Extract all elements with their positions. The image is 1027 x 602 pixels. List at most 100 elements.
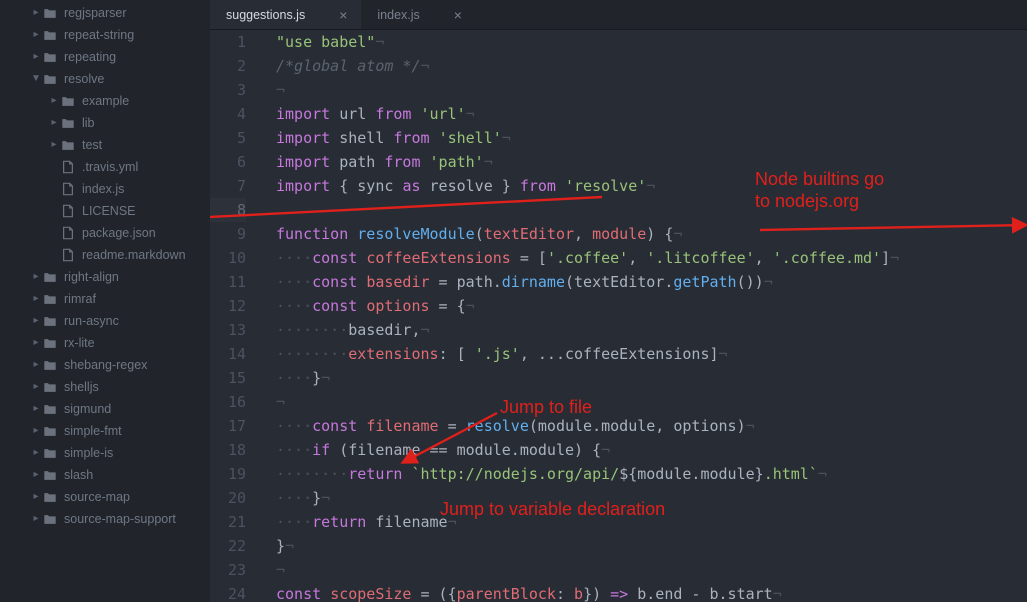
tree-folder-shelljs[interactable]: ▸ shelljs [0, 376, 210, 398]
disclosure-triangle[interactable]: ▸ [30, 266, 42, 288]
line-number[interactable]: 24 [210, 582, 246, 602]
tree-folder-slash[interactable]: ▸ slash [0, 464, 210, 486]
tree-folder-rimraf[interactable]: ▸rimraf [0, 288, 210, 310]
line-number[interactable]: 2 [210, 54, 246, 78]
code-line[interactable]: import url from 'url'¬ [276, 102, 1027, 126]
line-number[interactable]: 15 [210, 366, 246, 390]
tree-folder-regjsparser[interactable]: ▸regjsparser [0, 2, 210, 24]
code-line[interactable]: ····return filename¬ [276, 510, 1027, 534]
disclosure-triangle[interactable]: ▸ [30, 354, 42, 376]
disclosure-triangle[interactable]: ▸ [30, 508, 42, 530]
tree-item-label: slash [64, 464, 93, 486]
tree-folder-sigmund[interactable]: ▸sigmund [0, 398, 210, 420]
disclosure-triangle[interactable]: ▸ [48, 112, 60, 134]
line-number[interactable]: 10 [210, 246, 246, 270]
line-number[interactable]: 20 [210, 486, 246, 510]
code-line[interactable]: ¬ [276, 390, 1027, 414]
tab-suggestions-js[interactable]: suggestions.js× [210, 0, 361, 29]
code-line[interactable]: /*global atom */¬ [276, 54, 1027, 78]
tree-file-index-js[interactable]: index.js [0, 178, 210, 200]
line-number[interactable]: 14 [210, 342, 246, 366]
code-line[interactable]: ¬ [276, 558, 1027, 582]
disclosure-triangle[interactable]: ▸ [48, 90, 60, 112]
line-number[interactable]: 6 [210, 150, 246, 174]
disclosure-triangle[interactable]: ▸ [48, 134, 60, 156]
tree-file-readme-markdown[interactable]: readme.markdown [0, 244, 210, 266]
disclosure-triangle[interactable]: ▸ [30, 24, 42, 46]
tree-folder-source-map[interactable]: ▸source-map [0, 486, 210, 508]
line-number[interactable]: 22 [210, 534, 246, 558]
line-number[interactable]: 13 [210, 318, 246, 342]
disclosure-triangle[interactable]: ▸ [30, 332, 42, 354]
code-line[interactable]: ········return `http://nodejs.org/api/${… [276, 462, 1027, 486]
tree-folder-rx-lite[interactable]: ▸rx-lite [0, 332, 210, 354]
line-number[interactable]: 11 [210, 270, 246, 294]
disclosure-triangle[interactable]: ▸ [30, 486, 42, 508]
line-number[interactable]: 9 [210, 222, 246, 246]
line-number[interactable]: 3 [210, 78, 246, 102]
tree-folder-source-map-support[interactable]: ▸source-map-support [0, 508, 210, 530]
line-number[interactable]: 7 [210, 174, 246, 198]
tree-item-label: shelljs [64, 376, 99, 398]
code-line[interactable]: import { sync as resolve } from 'resolve… [276, 174, 1027, 198]
line-number[interactable]: 17 [210, 414, 246, 438]
disclosure-triangle[interactable]: ▸ [30, 310, 42, 332]
line-number[interactable]: 8 [210, 198, 246, 222]
code-line[interactable]: ····if (filename == module.module) {¬ [276, 438, 1027, 462]
tree-item-label: readme.markdown [82, 244, 186, 266]
disclosure-triangle[interactable]: ▸ [30, 464, 42, 486]
tree-folder-shebang-regex[interactable]: ▸shebang-regex [0, 354, 210, 376]
disclosure-triangle[interactable]: ▸ [30, 398, 42, 420]
tree-file--travis-yml[interactable]: .travis.yml [0, 156, 210, 178]
code-line[interactable]: ····const options = {¬ [276, 294, 1027, 318]
code-line[interactable]: ····const coffeeExtensions = ['.coffee',… [276, 246, 1027, 270]
line-number[interactable]: 19 [210, 462, 246, 486]
code-line[interactable]: ····}¬ [276, 486, 1027, 510]
line-number[interactable]: 21 [210, 510, 246, 534]
line-number[interactable]: 1 [210, 30, 246, 54]
tree-folder-simple-is[interactable]: ▸simple-is [0, 442, 210, 464]
tree-folder-example[interactable]: ▸example [0, 90, 210, 112]
code-line[interactable]: ········basedir,¬ [276, 318, 1027, 342]
code-line[interactable]: import shell from 'shell'¬ [276, 126, 1027, 150]
tree-folder-lib[interactable]: ▸lib [0, 112, 210, 134]
code-line[interactable]: ········extensions: [ '.js', ...coffeeEx… [276, 342, 1027, 366]
disclosure-triangle[interactable]: ▸ [30, 46, 42, 68]
line-number[interactable]: 5 [210, 126, 246, 150]
code-line[interactable] [276, 198, 1027, 222]
folder-icon [60, 93, 76, 109]
code-line[interactable]: import path from 'path'¬ [276, 150, 1027, 174]
line-number[interactable]: 23 [210, 558, 246, 582]
disclosure-triangle[interactable]: ▸ [30, 288, 42, 310]
line-number[interactable]: 4 [210, 102, 246, 126]
code-line[interactable]: const scopeSize = ({parentBlock: b}) => … [276, 582, 1027, 602]
disclosure-triangle[interactable]: ▸ [30, 2, 42, 24]
disclosure-triangle[interactable]: ▸ [30, 420, 42, 442]
disclosure-triangle[interactable]: ▸ [30, 376, 42, 398]
tree-folder-test[interactable]: ▸test [0, 134, 210, 156]
code-line[interactable]: ¬ [276, 78, 1027, 102]
code-line[interactable]: function resolveModule(textEditor, modul… [276, 222, 1027, 246]
tree-file-LICENSE[interactable]: LICENSE [0, 200, 210, 222]
tree-file-package-json[interactable]: package.json [0, 222, 210, 244]
disclosure-triangle[interactable]: ▸ [30, 442, 42, 464]
code-content[interactable]: "use babel"¬/*global atom */¬¬import url… [260, 30, 1027, 602]
tab-index-js[interactable]: index.js× [361, 0, 476, 29]
code-line[interactable]: "use babel"¬ [276, 30, 1027, 54]
tree-folder-run-async[interactable]: ▸run-async [0, 310, 210, 332]
code-line[interactable]: ····}¬ [276, 366, 1027, 390]
folder-icon [42, 511, 58, 527]
disclosure-triangle[interactable]: ▼ [30, 68, 42, 90]
tree-folder-repeating[interactable]: ▸repeating [0, 46, 210, 68]
line-number[interactable]: 18 [210, 438, 246, 462]
code-line[interactable]: ····const basedir = path.dirname(textEdi… [276, 270, 1027, 294]
tree-folder-right-align[interactable]: ▸right-align [0, 266, 210, 288]
tree-folder-repeat-string[interactable]: ▸repeat-string [0, 24, 210, 46]
editor-pane: suggestions.js×index.js× 123456789101112… [210, 0, 1027, 602]
tree-folder-resolve[interactable]: ▼resolve [0, 68, 210, 90]
tree-folder-simple-fmt[interactable]: ▸simple-fmt [0, 420, 210, 442]
code-line[interactable]: ····const filename = resolve(module.modu… [276, 414, 1027, 438]
line-number[interactable]: 16 [210, 390, 246, 414]
code-line[interactable]: }¬ [276, 534, 1027, 558]
line-number[interactable]: 12 [210, 294, 246, 318]
